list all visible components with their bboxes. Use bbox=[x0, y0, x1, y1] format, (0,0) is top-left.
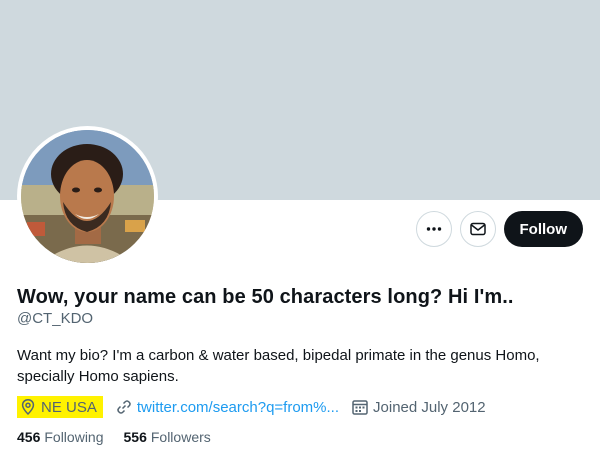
join-date-text: Joined July 2012 bbox=[373, 398, 486, 416]
location-pin-icon bbox=[21, 399, 35, 416]
followers-label: Followers bbox=[150, 429, 211, 445]
calendar-icon bbox=[352, 400, 368, 415]
join-date: Joined July 2012 bbox=[351, 398, 486, 416]
more-icon bbox=[426, 227, 441, 231]
avatar-portrait bbox=[21, 130, 154, 263]
message-button[interactable] bbox=[459, 211, 496, 247]
following-count: 456 bbox=[17, 429, 41, 445]
follow-stats: 456 Following 556 Followers bbox=[17, 429, 231, 445]
location-text: NE USA bbox=[41, 398, 97, 416]
follow-button[interactable]: Follow bbox=[503, 211, 583, 247]
followers-count: 556 bbox=[123, 429, 147, 445]
following-label: Following bbox=[44, 429, 104, 445]
following-link[interactable]: 456 Following bbox=[17, 429, 104, 445]
display-name: Wow, your name can be 50 characters long… bbox=[17, 286, 514, 308]
location: NE USA bbox=[17, 396, 103, 418]
avatar-image bbox=[21, 130, 154, 263]
more-button[interactable] bbox=[415, 211, 452, 247]
user-handle: @CT_KDO bbox=[17, 310, 94, 327]
profile-actions: Follow bbox=[415, 211, 583, 247]
followers-link[interactable]: 556 Followers bbox=[124, 429, 211, 445]
website[interactable]: twitter.com/search?q=from%... bbox=[115, 398, 339, 416]
envelope-icon bbox=[469, 222, 486, 236]
profile-meta: NE USA twitter.com/search?q=from%... Joi… bbox=[17, 396, 498, 418]
website-link[interactable]: twitter.com/search?q=from%... bbox=[137, 399, 339, 416]
bio: Want my bio? I'm a carbon & water based,… bbox=[17, 347, 540, 385]
avatar[interactable] bbox=[17, 126, 158, 267]
link-icon bbox=[117, 400, 131, 414]
